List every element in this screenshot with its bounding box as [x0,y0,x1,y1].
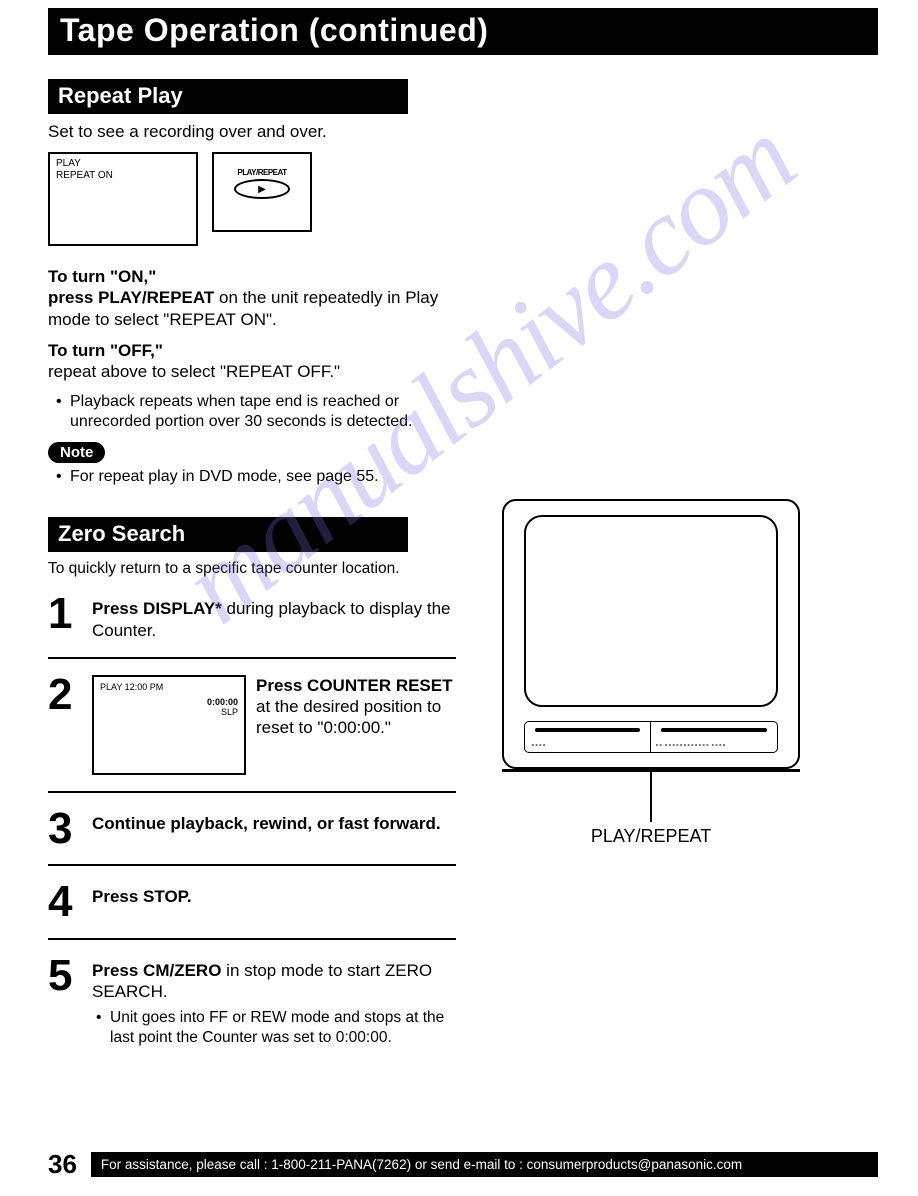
play-repeat-btn-label: PLAY/REPEAT [222,168,302,177]
slot-line [661,728,767,732]
osd-counter-value: 0:00:00 [207,697,238,707]
zero-search-heading: Zero Search [48,517,408,552]
slot-line [535,728,640,732]
step-1-number: 1 [48,594,84,634]
osd-slp: SLP [221,707,238,717]
zero-search-intro: To quickly return to a specific tape cou… [48,560,456,578]
step-2-bold: Press COUNTER RESET [256,676,453,695]
repeat-play-screens: PLAY REPEAT ON PLAY/REPEAT ▶ [48,152,456,246]
osd-play-text: PLAY [56,158,190,170]
divider [48,791,456,793]
turn-off-bold: To turn "OFF," [48,341,163,360]
left-column: Repeat Play Set to see a recording over … [48,79,456,1057]
osd-screen-counter: PLAY 12:00 PM 0:00:00 SLP [92,675,246,775]
tv-control-panel: ∘∘∘∘ ∘∘ ∘∘∘∘∘∘∘∘∘∘∘∘ ∘∘∘∘ [524,721,778,753]
step-4-text: Press STOP. [92,887,192,906]
osd-screen-repeat: PLAY REPEAT ON [48,152,198,246]
step-2-number: 2 [48,675,84,715]
step-1: 1 Press DISPLAY* during playback to disp… [48,588,456,647]
play-repeat-button: ▶ [234,179,290,199]
tv-outline: ∘∘∘∘ ∘∘ ∘∘∘∘∘∘∘∘∘∘∘∘ ∘∘∘∘ [502,499,800,769]
tv-illustration: ∘∘∘∘ ∘∘ ∘∘∘∘∘∘∘∘∘∘∘∘ ∘∘∘∘ PLAY/REPEAT [486,499,816,847]
divider [48,938,456,940]
osd-play-time: PLAY 12:00 PM [100,682,238,692]
step-2-rest: at the desired position to reset to "0:0… [256,697,441,737]
step-3: 3 Continue playback, rewind, or fast for… [48,803,456,855]
control-dots-right: ∘∘ ∘∘∘∘∘∘∘∘∘∘∘∘ ∘∘∘∘ [655,742,726,749]
turn-on-bold1: To turn "ON," [48,267,156,286]
tv-screen [524,515,778,707]
footer-assistance-bar: For assistance, please call : 1-800-211-… [91,1152,878,1177]
step-5-bullet: Unit goes into FF or REW mode and stops … [88,1008,456,1047]
play-icon: ▶ [258,184,266,195]
page-number: 36 [48,1149,77,1180]
note-label: Note [48,442,105,463]
repeat-play-heading: Repeat Play [48,79,408,114]
turn-on-text: To turn "ON," press PLAY/REPEAT on the u… [48,266,456,330]
play-repeat-callout: PLAY/REPEAT [486,826,816,847]
step-3-number: 3 [48,809,84,849]
tv-vcr-slot: ∘∘∘∘ [525,722,651,752]
step-5: 5 Press CM/ZERO in stop mode to start ZE… [48,950,456,1009]
step-2-body: Press COUNTER RESET at the desired posit… [256,675,456,739]
page-footer: 36 For assistance, please call : 1-800-2… [48,1149,878,1180]
note-bullet: For repeat play in DVD mode, see page 55… [48,467,456,487]
page-title: Tape Operation (continued) [48,8,878,55]
step-3-body: Continue playback, rewind, or fast forwa… [92,809,456,834]
step-4-number: 4 [48,882,84,922]
step-2: 2 PLAY 12:00 PM 0:00:00 SLP Press COUNTE… [48,669,456,781]
step-4: 4 Press STOP. [48,876,456,928]
step-1-body: Press DISPLAY* during playback to displa… [92,594,456,641]
repeat-play-intro: Set to see a recording over and over. [48,122,456,142]
right-column: ∘∘∘∘ ∘∘ ∘∘∘∘∘∘∘∘∘∘∘∘ ∘∘∘∘ PLAY/REPEAT [476,79,856,1057]
step-3-text: Continue playback, rewind, or fast forwa… [92,814,441,833]
callout-line [650,772,652,822]
turn-off-text: To turn "OFF," repeat above to select "R… [48,340,456,383]
turn-on-bold2: press PLAY/REPEAT [48,288,214,307]
osd-repeat-on-text: REPEAT ON [56,170,190,182]
divider [48,864,456,866]
tv-dvd-slot: ∘∘ ∘∘∘∘∘∘∘∘∘∘∘∘ ∘∘∘∘ [651,722,777,752]
divider [48,657,456,659]
step-5-number: 5 [48,956,84,996]
step-5-bold: Press CM/ZERO [92,961,221,980]
repeat-bullet: Playback repeats when tape end is reache… [48,392,456,432]
step-4-body: Press STOP. [92,882,456,907]
control-dots-left: ∘∘∘∘ [531,742,546,749]
turn-off-rest: repeat above to select "REPEAT OFF." [48,362,340,381]
button-panel: PLAY/REPEAT ▶ [212,152,312,232]
step-1-bold: Press DISPLAY* [92,599,222,618]
step-5-body: Press CM/ZERO in stop mode to start ZERO… [92,956,456,1003]
